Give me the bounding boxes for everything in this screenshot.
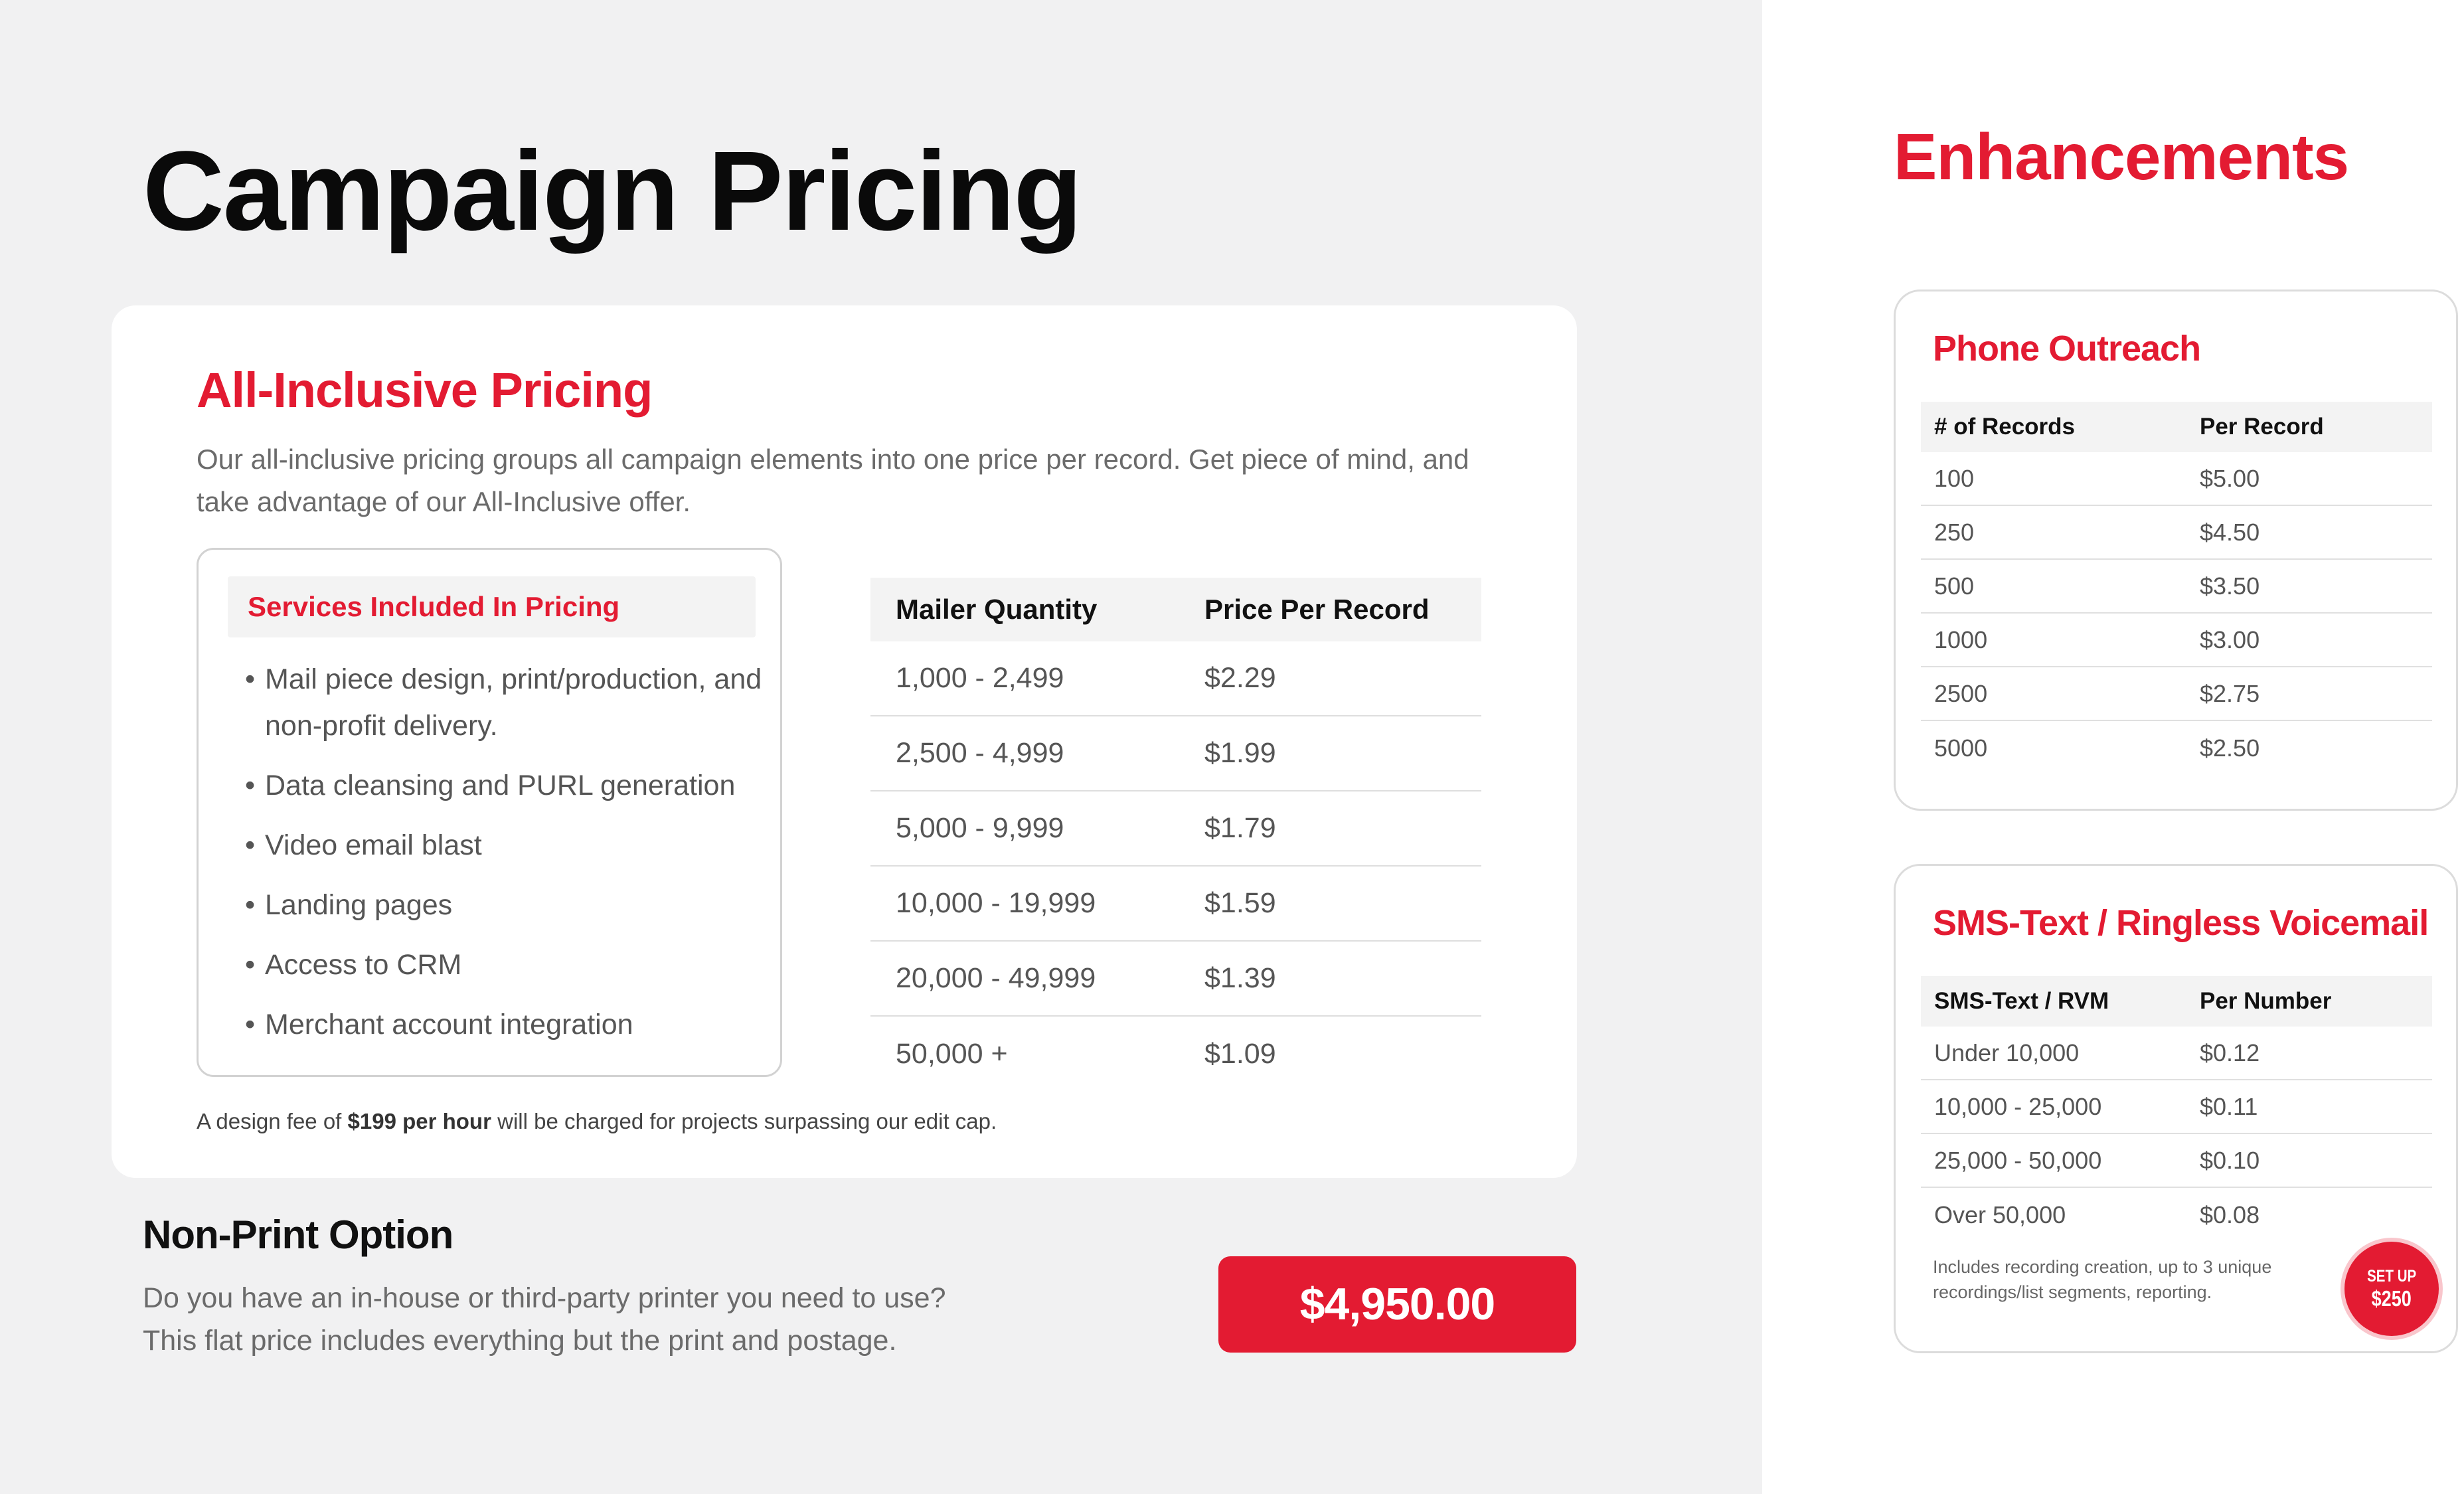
table-row: 250 $4.50	[1921, 506, 2432, 560]
table-row: 1000 $3.00	[1921, 614, 2432, 667]
setup-badge-label: SET UP	[2366, 1267, 2417, 1286]
column-header-price: Price Per Record	[1204, 594, 1430, 625]
all-inclusive-card: All-Inclusive Pricing Our all-inclusive …	[112, 305, 1577, 1178]
setup-badge-price: $250	[2371, 1286, 2412, 1311]
quantity-cell: 2,500 - 4,999	[896, 737, 1064, 769]
table-row: 100 $5.00	[1921, 452, 2432, 506]
non-print-description: Do you have an in-house or third-party p…	[143, 1277, 1072, 1362]
page-title: Campaign Pricing	[143, 128, 1082, 254]
column-header-records: # of Records	[1934, 414, 2075, 440]
sms-rvm-card: SMS-Text / Ringless Voicemail SMS-Text /…	[1894, 864, 2458, 1353]
price-cell: $1.39	[1204, 962, 1276, 994]
price-cell: $0.10	[2200, 1146, 2260, 1174]
all-inclusive-title: All-Inclusive Pricing	[197, 363, 653, 418]
quantity-cell: 20,000 - 49,999	[896, 962, 1096, 994]
table-row: 5,000 - 9,999 $1.79	[870, 791, 1481, 867]
design-fee-note: A design fee of $199 per hour will be ch…	[197, 1109, 997, 1134]
records-cell: 250	[1934, 518, 1975, 546]
service-item: Merchant account integration	[245, 1001, 776, 1048]
table-row: 5000 $2.50	[1921, 721, 2432, 775]
records-cell: 500	[1934, 572, 1975, 600]
records-cell: 100	[1934, 464, 1975, 492]
volume-cell: Over 50,000	[1934, 1201, 2066, 1228]
column-header-per-number: Per Number	[2200, 988, 2332, 1014]
column-header-per-record: Per Record	[2200, 414, 2324, 440]
price-cell: $3.50	[2200, 572, 2260, 600]
price-cell: $2.29	[1204, 662, 1276, 694]
table-row: 10,000 - 19,999 $1.59	[870, 867, 1481, 942]
price-cell: $1.59	[1204, 887, 1276, 919]
price-cell: $2.75	[2200, 679, 2260, 707]
non-print-line-1: Do you have an in-house or third-party p…	[143, 1282, 946, 1314]
quantity-cell: 1,000 - 2,499	[896, 662, 1064, 694]
price-cell: $0.11	[2200, 1092, 2258, 1120]
sms-rvm-note: Includes recording creation, up to 3 uni…	[1933, 1257, 2272, 1302]
non-print-line-2: This flat price includes everything but …	[143, 1325, 897, 1357]
services-list: Mail piece design, print/production, and…	[245, 656, 776, 1061]
table-row: 1,000 - 2,499 $2.29	[870, 641, 1481, 716]
mailer-price-table: Mailer Quantity Price Per Record 1,000 -…	[870, 578, 1481, 1092]
phone-outreach-table: # of Records Per Record 100 $5.00 250 $4…	[1921, 402, 2432, 775]
table-row: 500 $3.50	[1921, 560, 2432, 614]
records-cell: 2500	[1934, 679, 1988, 707]
price-cell: $5.00	[2200, 464, 2260, 492]
services-box: Services Included In Pricing Mail piece …	[197, 548, 782, 1077]
table-row: 10,000 - 25,000 $0.11	[1921, 1080, 2432, 1134]
quantity-cell: 10,000 - 19,999	[896, 887, 1096, 919]
design-note-suffix: will be charged for projects surpassing …	[491, 1109, 997, 1133]
non-print-price-button[interactable]: $4,950.00	[1218, 1256, 1576, 1353]
sms-rvm-title: SMS-Text / Ringless Voicemail	[1933, 903, 2429, 943]
price-cell: $2.50	[2200, 734, 2260, 762]
design-note-prefix: A design fee of	[197, 1109, 348, 1133]
phone-outreach-card: Phone Outreach # of Records Per Record 1…	[1894, 290, 2458, 811]
service-item: Video email blast	[245, 822, 776, 869]
records-cell: 5000	[1934, 734, 1988, 762]
enhancements-title: Enhancements	[1894, 120, 2349, 193]
sms-rvm-table: SMS-Text / RVM Per Number Under 10,000 $…	[1921, 976, 2432, 1242]
table-header: SMS-Text / RVM Per Number	[1921, 976, 2432, 1027]
price-cell: $4.50	[2200, 518, 2260, 546]
price-cell: $0.08	[2200, 1201, 2260, 1228]
service-item: Access to CRM	[245, 942, 776, 988]
table-row: 25,000 - 50,000 $0.10	[1921, 1134, 2432, 1188]
phone-outreach-title: Phone Outreach	[1933, 329, 2201, 369]
design-note-fee: $199 per hour	[347, 1109, 491, 1133]
volume-cell: Under 10,000	[1934, 1038, 2080, 1066]
records-cell: 1000	[1934, 625, 1988, 653]
services-header: Services Included In Pricing	[228, 576, 756, 637]
service-item: Landing pages	[245, 882, 776, 928]
table-row: 2,500 - 4,999 $1.99	[870, 716, 1481, 791]
price-cell: $1.79	[1204, 812, 1276, 844]
table-row: Over 50,000 $0.08	[1921, 1188, 2432, 1242]
table-row: 2500 $2.75	[1921, 667, 2432, 721]
table-header: Mailer Quantity Price Per Record	[870, 578, 1481, 641]
table-header: # of Records Per Record	[1921, 402, 2432, 452]
quantity-cell: 5,000 - 9,999	[896, 812, 1064, 844]
price-cell: $0.12	[2200, 1038, 2260, 1066]
price-cell: $3.00	[2200, 625, 2260, 653]
price-cell: $1.09	[1204, 1038, 1276, 1070]
column-header-sms-rvm: SMS-Text / RVM	[1934, 988, 2109, 1014]
non-print-title: Non-Print Option	[143, 1212, 453, 1257]
setup-fee-badge: SET UP $250	[2344, 1242, 2439, 1336]
table-row: 50,000 + $1.09	[870, 1017, 1481, 1092]
volume-cell: 10,000 - 25,000	[1934, 1092, 2102, 1120]
volume-cell: 25,000 - 50,000	[1934, 1146, 2102, 1174]
service-item: Data cleansing and PURL generation	[245, 762, 776, 809]
service-item: Mail piece design, print/production, and…	[245, 656, 776, 749]
price-cell: $1.99	[1204, 737, 1276, 769]
quantity-cell: 50,000 +	[896, 1038, 1008, 1070]
all-inclusive-description: Our all-inclusive pricing groups all cam…	[197, 444, 1469, 517]
table-row: 20,000 - 49,999 $1.39	[870, 942, 1481, 1017]
table-row: Under 10,000 $0.12	[1921, 1027, 2432, 1080]
column-header-quantity: Mailer Quantity	[896, 594, 1098, 625]
